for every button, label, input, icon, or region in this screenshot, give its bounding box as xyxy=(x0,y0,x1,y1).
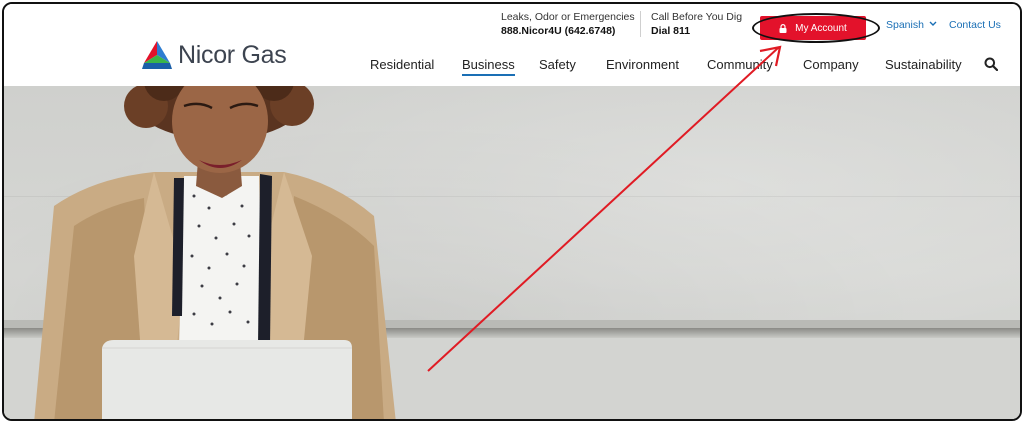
hero-image xyxy=(4,86,1020,419)
nav-item-sustainability[interactable]: Sustainability xyxy=(885,57,962,72)
utility-divider xyxy=(640,11,641,37)
emergency-phone[interactable]: 888.Nicor4U (642.6748) xyxy=(501,24,635,38)
language-label: Spanish xyxy=(886,19,924,31)
dig-label: Call Before You Dig xyxy=(651,11,743,23)
nav-item-safety[interactable]: Safety xyxy=(539,57,576,72)
nav-item-company[interactable]: Company xyxy=(803,57,859,72)
emergency-contact: Leaks, Odor or Emergencies 888.Nicor4U (… xyxy=(501,10,635,38)
lock-icon xyxy=(779,23,787,33)
nav-item-residential[interactable]: Residential xyxy=(370,57,434,72)
woman-with-laptop-illustration xyxy=(34,86,396,419)
nav-item-environment[interactable]: Environment xyxy=(606,57,679,72)
site-header: Nicor Gas Leaks, Odor or Emergencies 888… xyxy=(4,4,1020,86)
nav-item-business[interactable]: Business xyxy=(462,57,515,76)
nav-item-community[interactable]: Community xyxy=(707,57,773,72)
dig-contact: Call Before You Dig Dial 811 xyxy=(651,10,742,38)
dig-phone[interactable]: Dial 811 xyxy=(651,24,742,38)
page-frame: Nicor Gas Leaks, Odor or Emergencies 888… xyxy=(2,2,1022,421)
contact-us-link[interactable]: Contact Us xyxy=(949,19,1001,31)
emergency-label: Leaks, Odor or Emergencies xyxy=(501,11,635,23)
main-nav: Residential Business Safety Environment … xyxy=(4,57,1020,79)
language-selector[interactable]: Spanish xyxy=(886,19,937,31)
my-account-label: My Account xyxy=(795,22,847,34)
search-icon[interactable] xyxy=(984,57,998,71)
my-account-button[interactable]: My Account xyxy=(760,16,866,40)
chevron-down-icon xyxy=(929,21,937,26)
